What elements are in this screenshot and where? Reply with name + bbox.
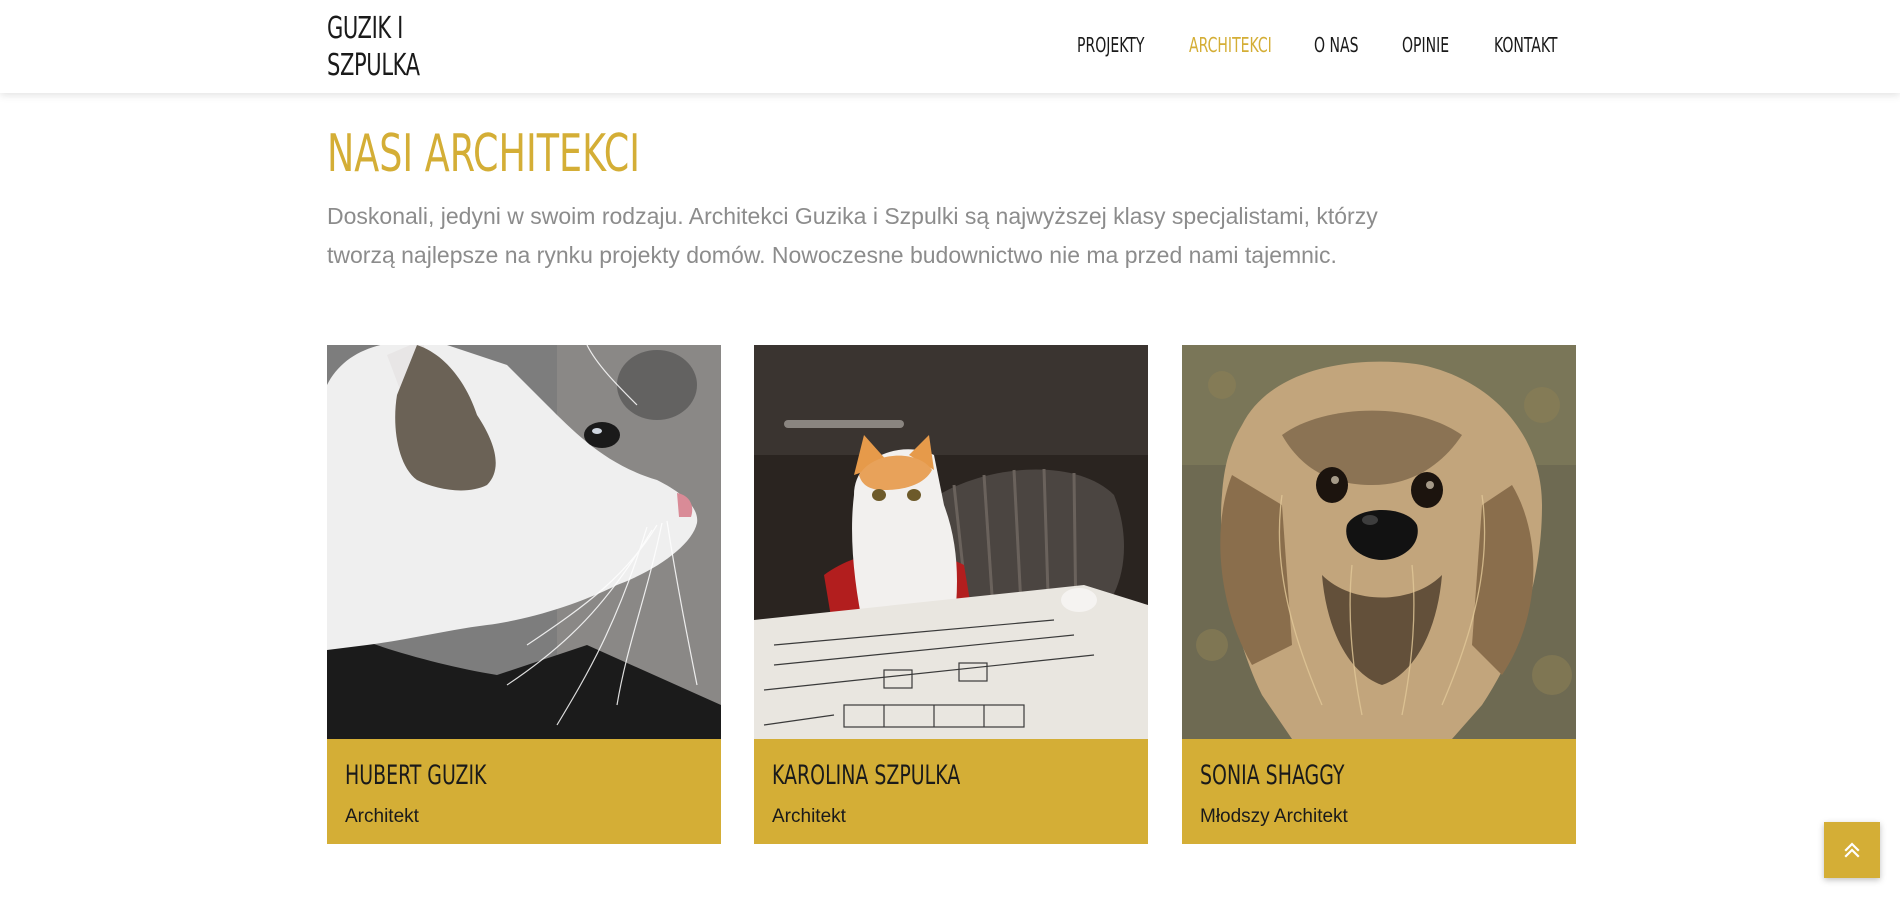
team-card-hubert[interactable]: HUBERT GUZIK Architekt: [327, 345, 721, 844]
team-card-karolina[interactable]: KAROLINA SZPULKA Architekt: [754, 345, 1148, 844]
nav-item-architekci[interactable]: ARCHITEKCI: [1189, 32, 1272, 58]
ginger-cat-with-blueprint-photo: [754, 345, 1148, 739]
nav-item-kontakt[interactable]: KONTAKT: [1494, 32, 1557, 58]
team-card-sonia[interactable]: SONIA SHAGGY Młodszy Architekt: [1182, 345, 1576, 844]
architect-role: Architekt: [772, 806, 846, 827]
main-nav: PROJEKTY ARCHITEKCI O NAS OPINIE KONTAKT: [0, 32, 1900, 58]
nav-item-opinie[interactable]: OPINIE: [1402, 32, 1449, 58]
double-chevron-up-icon: [1844, 842, 1860, 858]
team-card-caption: KAROLINA SZPULKA Architekt: [754, 739, 1148, 844]
shaggy-terrier-dog-photo: [1182, 345, 1576, 739]
nav-item-o-nas[interactable]: O NAS: [1314, 32, 1359, 58]
team-card-caption: HUBERT GUZIK Architekt: [327, 739, 721, 844]
architect-name: KAROLINA SZPULKA: [772, 760, 961, 791]
intro-text: Doskonali, jedyni w swoim rodzaju. Archi…: [327, 197, 1387, 275]
site-header: GUZIK I SZPULKA PROJEKTY ARCHITEKCI O NA…: [0, 0, 1900, 93]
white-grey-cat-profile-photo: [327, 345, 721, 739]
intro-line-2: tworzą najlepsze na rynku projekty domów…: [327, 242, 1337, 268]
architect-name: HUBERT GUZIK: [345, 760, 487, 791]
architect-role: Młodszy Architekt: [1200, 806, 1348, 827]
team-card-caption: SONIA SHAGGY Młodszy Architekt: [1182, 739, 1576, 844]
architect-role: Architekt: [345, 806, 419, 827]
scroll-to-top-button[interactable]: [1824, 822, 1880, 878]
nav-item-projekty[interactable]: PROJEKTY: [1077, 32, 1144, 58]
page-title: NASI ARCHITEKCI: [327, 124, 641, 184]
architect-name: SONIA SHAGGY: [1200, 760, 1345, 791]
intro-line-1: Doskonali, jedyni w swoim rodzaju. Archi…: [327, 203, 1378, 229]
